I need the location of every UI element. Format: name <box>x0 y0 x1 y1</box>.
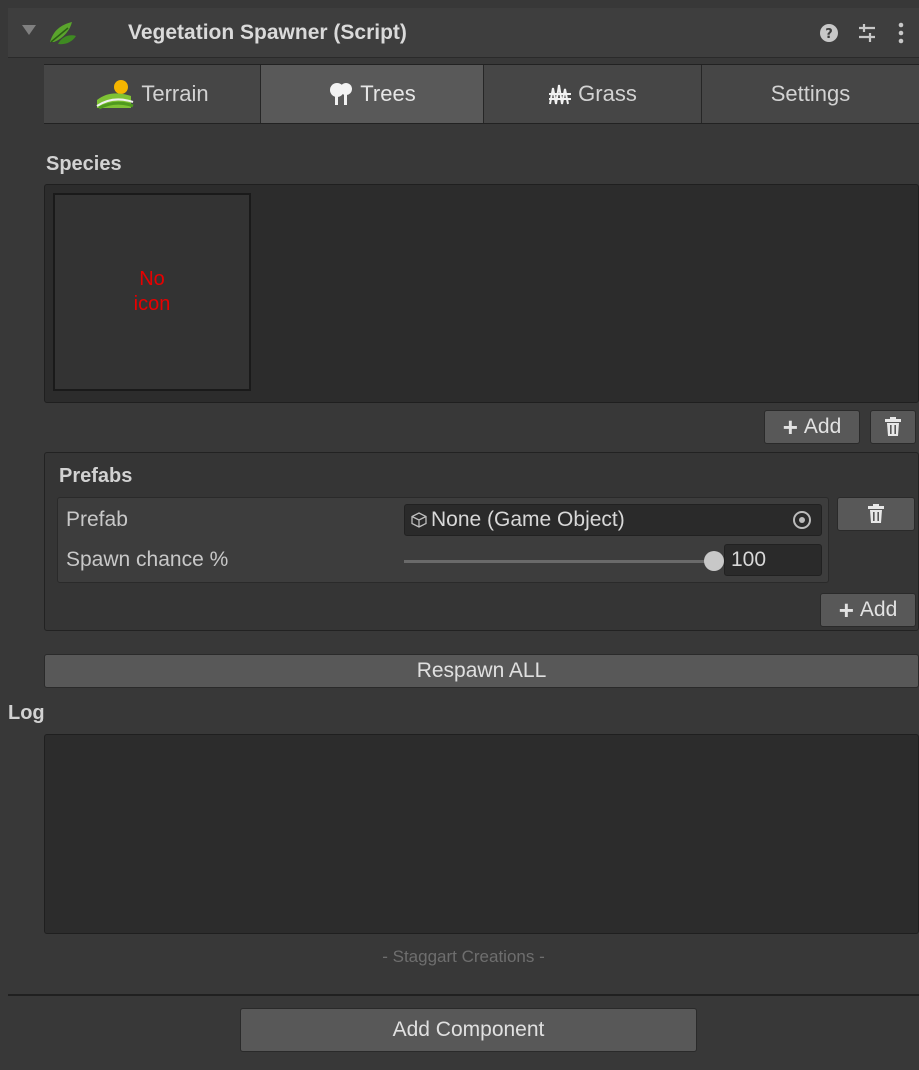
spawn-chance-slider-thumb[interactable] <box>704 551 724 571</box>
terrain-icon <box>96 80 134 110</box>
credit-text: - Staggart Creations - <box>382 947 545 966</box>
add-prefab-button[interactable]: + Add <box>820 593 916 627</box>
vegetation-leaf-icon <box>50 22 76 45</box>
tab-trees-label: Trees <box>360 81 416 106</box>
delete-species-button[interactable] <box>870 410 916 444</box>
delete-prefab-button[interactable] <box>837 497 915 531</box>
add-prefab-label: Add <box>859 598 898 621</box>
prefab-field-label: Prefab <box>66 508 128 531</box>
preset-icon[interactable] <box>854 18 880 48</box>
species-list[interactable]: No icon <box>44 184 919 403</box>
plus-icon: + <box>838 595 854 625</box>
tab-grass[interactable]: Grass <box>484 65 702 123</box>
trash-icon <box>868 504 884 523</box>
prefabs-panel: Prefabs Prefab None (Game Object) Spawn … <box>44 452 919 631</box>
no-icon-placeholder: No icon <box>122 267 182 317</box>
species-tile[interactable]: No icon <box>53 193 251 391</box>
component-header[interactable]: Vegetation Spawner (Script) ? <box>8 8 919 58</box>
tab-trees[interactable]: Trees <box>261 65 484 123</box>
svg-text:?: ? <box>825 27 833 42</box>
tab-terrain-label: Terrain <box>141 81 209 106</box>
spawn-chance-label: Spawn chance % <box>66 548 229 571</box>
add-species-button[interactable]: + Add <box>764 410 860 444</box>
prefab-object-field[interactable]: None (Game Object) <box>404 504 822 536</box>
species-heading: Species <box>46 153 122 175</box>
log-area[interactable] <box>44 734 919 934</box>
tab-settings-label: Settings <box>770 81 851 106</box>
prefab-entry: Prefab None (Game Object) Spawn chance %… <box>57 497 829 583</box>
spawn-chance-input[interactable]: 100 <box>724 544 822 576</box>
tab-settings[interactable]: Settings <box>702 65 919 123</box>
spawn-chance-slider[interactable] <box>404 560 710 563</box>
kebab-menu-icon[interactable] <box>888 18 914 48</box>
log-heading: Log <box>8 702 45 724</box>
inspector-panel: Vegetation Spawner (Script) ? Terrain Tr… <box>8 8 919 1070</box>
no-icon-line1: No <box>139 268 165 290</box>
trash-icon <box>885 417 901 436</box>
prefab-object-value: None (Game Object) <box>431 508 625 531</box>
foldout-arrow-icon[interactable] <box>22 25 36 35</box>
grass-icon <box>549 84 572 105</box>
respawn-all-button[interactable]: Respawn ALL <box>44 654 919 688</box>
add-species-label: Add <box>803 415 842 438</box>
tab-grass-label: Grass <box>578 81 637 106</box>
component-title: Vegetation Spawner (Script) <box>128 21 407 44</box>
trees-icon <box>330 83 353 105</box>
object-picker-icon[interactable] <box>793 511 811 529</box>
divider <box>8 994 919 996</box>
game-object-icon <box>411 512 427 528</box>
tab-bar: Terrain Trees Grass Settings <box>44 64 919 124</box>
prefabs-heading: Prefabs <box>59 465 133 487</box>
add-component-button[interactable]: Add Component <box>240 1008 697 1052</box>
no-icon-line2: icon <box>133 293 171 315</box>
plus-icon: + <box>782 412 798 442</box>
help-icon[interactable]: ? <box>816 18 842 48</box>
tab-terrain[interactable]: Terrain <box>44 65 261 123</box>
